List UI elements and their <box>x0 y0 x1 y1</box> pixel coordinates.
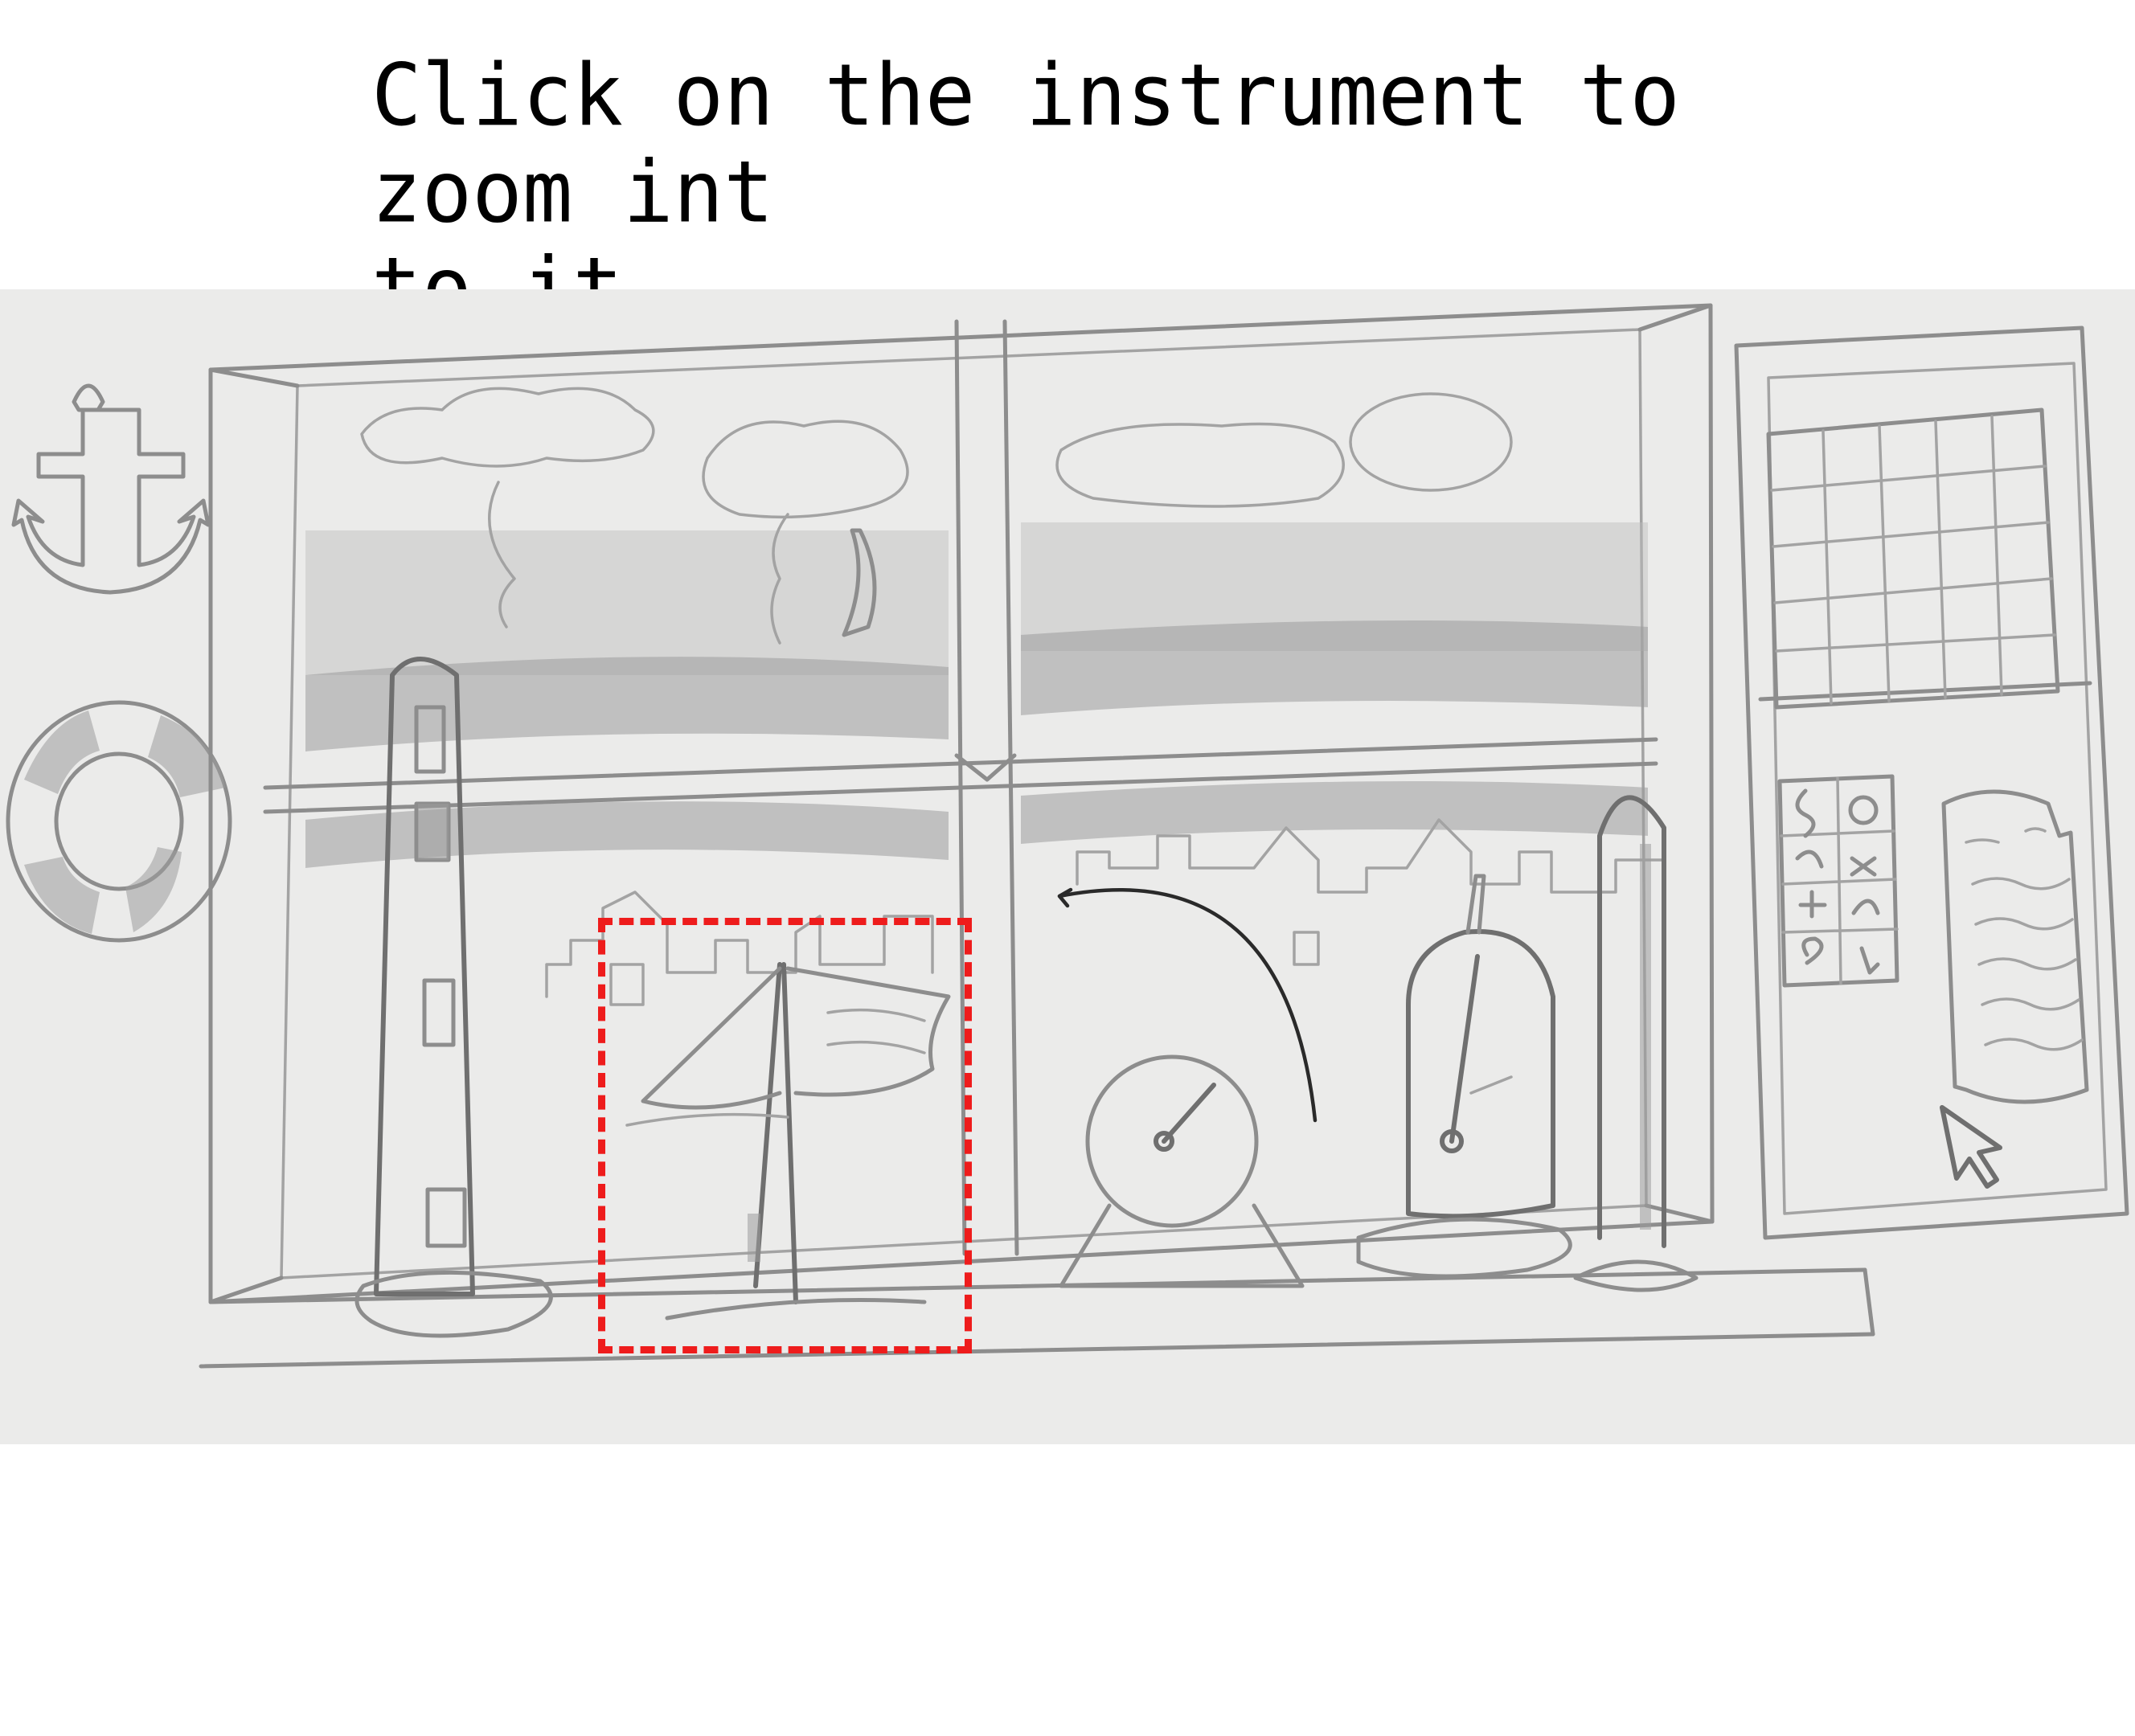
life-ring-icon <box>6 700 232 943</box>
note-paper-icon <box>1941 789 2089 1104</box>
weather-symbols-chart-icon <box>1777 774 1899 988</box>
thermometer-icon[interactable] <box>1573 755 1699 1302</box>
anchor-icon <box>11 383 211 595</box>
sketch-scene <box>0 289 2135 1444</box>
sailboat-instrument-icon[interactable] <box>611 932 965 1334</box>
dial-gauge-icon[interactable] <box>1045 1045 1326 1310</box>
tower-instrument-icon[interactable] <box>346 611 595 1338</box>
mouse-pointer-icon <box>1940 1105 2002 1189</box>
barometer-icon[interactable] <box>1356 874 1572 1279</box>
calendar-grid-icon <box>1766 407 2060 710</box>
wall-board <box>1734 326 2129 1240</box>
